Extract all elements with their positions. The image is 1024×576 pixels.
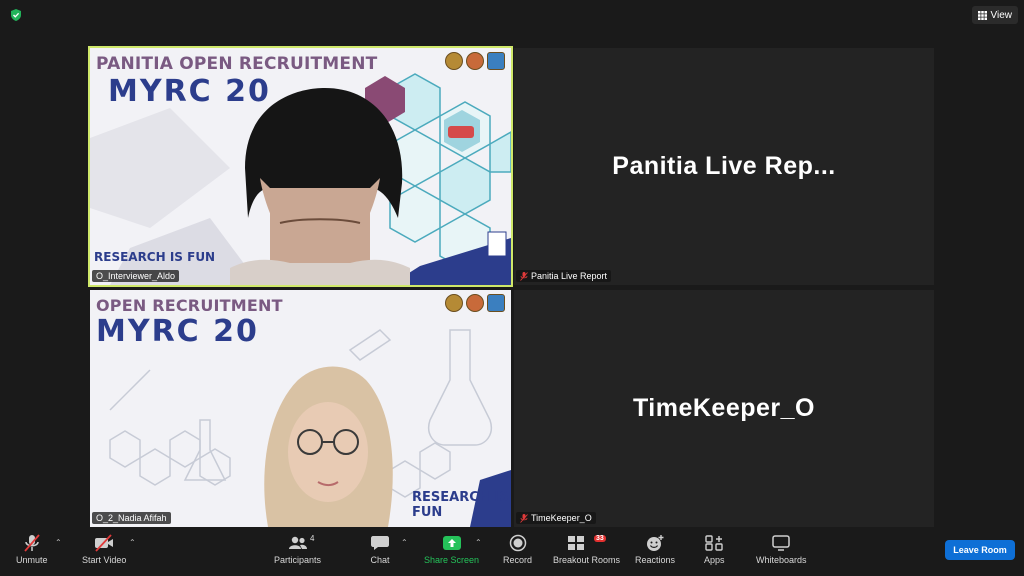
chat-options-chevron-icon[interactable]: ⌃ (401, 538, 408, 547)
muted-mic-icon (520, 513, 528, 523)
record-button[interactable]: Record (503, 534, 532, 565)
participant-display-name: Panitia Live Rep... (612, 152, 836, 180)
video-off-icon (95, 534, 114, 552)
participant-name: O_Interviewer_Aldo (96, 271, 176, 281)
breakout-badge: 33 (594, 535, 606, 542)
video-tile-live-report[interactable]: Panitia Live Rep... Panitia Live Report (514, 48, 934, 285)
slide-title: OPEN RECRUITMENT (96, 296, 283, 315)
muted-mic-icon (520, 271, 528, 281)
participant-name-tag: TimeKeeper_O (516, 512, 596, 524)
chat-button[interactable]: Chat (370, 534, 390, 565)
share-options-chevron-icon[interactable]: ⌃ (475, 538, 482, 547)
video-options-chevron-icon[interactable]: ⌃ (129, 538, 136, 547)
slide-title: PANITIA OPEN RECRUITMENT (96, 54, 378, 74)
participants-button[interactable]: 4 Participants (274, 534, 321, 565)
audio-options-chevron-icon[interactable]: ⌃ (55, 538, 62, 547)
participant-name-tag: Panitia Live Report (516, 270, 612, 282)
share-screen-button[interactable]: Share Screen (424, 534, 479, 565)
unmute-label: Unmute (16, 555, 48, 565)
participants-icon (288, 536, 307, 549)
video-tile-interviewer[interactable]: PANITIA OPEN RECRUITMENT MYRC 20 RESEARC… (88, 46, 513, 287)
participant-name: Panitia Live Report (531, 271, 608, 281)
chat-bubble-icon (371, 536, 389, 550)
emoji-reaction-icon (647, 535, 664, 551)
start-video-label: Start Video (82, 555, 127, 565)
whiteboards-label: Whiteboards (756, 555, 807, 565)
participant-video-nadia (264, 366, 393, 527)
record-icon (509, 534, 526, 552)
reactions-label: Reactions (635, 555, 676, 565)
participant-name-tag: O_2_Nadia Afifah (92, 512, 171, 524)
institution-logos (445, 294, 505, 312)
slide-footer: RESEARCH IS FUN (94, 250, 216, 264)
muted-microphone-icon (24, 534, 40, 552)
breakout-rooms-icon (567, 536, 584, 550)
grid-icon (977, 10, 987, 20)
slide-brand: MYRC 20 (96, 314, 259, 349)
participant-name: O_2_Nadia Afifah (96, 513, 167, 523)
view-button[interactable]: View (971, 6, 1018, 24)
participant-name-tag: O_Interviewer_Aldo (92, 270, 180, 282)
apps-label: Apps (704, 555, 725, 565)
leave-room-button[interactable]: Leave Room (945, 540, 1015, 560)
encryption-shield-icon[interactable] (9, 8, 23, 22)
apps-icon (705, 535, 723, 551)
institution-logos (445, 52, 505, 70)
record-label: Record (503, 555, 533, 565)
whiteboards-button[interactable]: Whiteboards (756, 534, 807, 565)
share-screen-label: Share Screen (424, 555, 480, 565)
participants-count: 4 (310, 534, 315, 543)
video-tile-nadia[interactable]: OPEN RECRUITMENT MYRC 20 RESEARCH IS FUN… (90, 290, 511, 527)
zoom-meeting-window: View PANITIA OPEN RECRUITMENT MYRC 20 RE… (0, 0, 1024, 576)
view-label: View (990, 9, 1013, 21)
participant-display-name: TimeKeeper_O (632, 394, 815, 422)
start-video-button[interactable]: Start Video (82, 534, 126, 565)
apps-button[interactable]: Apps (704, 534, 725, 565)
participants-label: Participants (274, 555, 322, 565)
share-screen-icon (442, 536, 461, 550)
chat-label: Chat (370, 555, 390, 565)
reactions-button[interactable]: Reactions (635, 534, 675, 565)
participant-name: TimeKeeper_O (531, 513, 592, 523)
breakout-rooms-label: Breakout Rooms (553, 555, 621, 565)
slide-footer: RESEARCH IS FUN (412, 490, 509, 520)
participant-video-aldo (230, 88, 410, 285)
whiteboard-icon (772, 535, 791, 551)
meeting-toolbar: Unmute ⌃ Start Video ⌃ 4 Participants Ch… (0, 530, 1024, 576)
video-tile-timekeeper[interactable]: TimeKeeper_O TimeKeeper_O (514, 290, 934, 527)
unmute-button[interactable]: Unmute (16, 534, 48, 565)
breakout-rooms-button[interactable]: 33 Breakout Rooms (553, 534, 620, 565)
